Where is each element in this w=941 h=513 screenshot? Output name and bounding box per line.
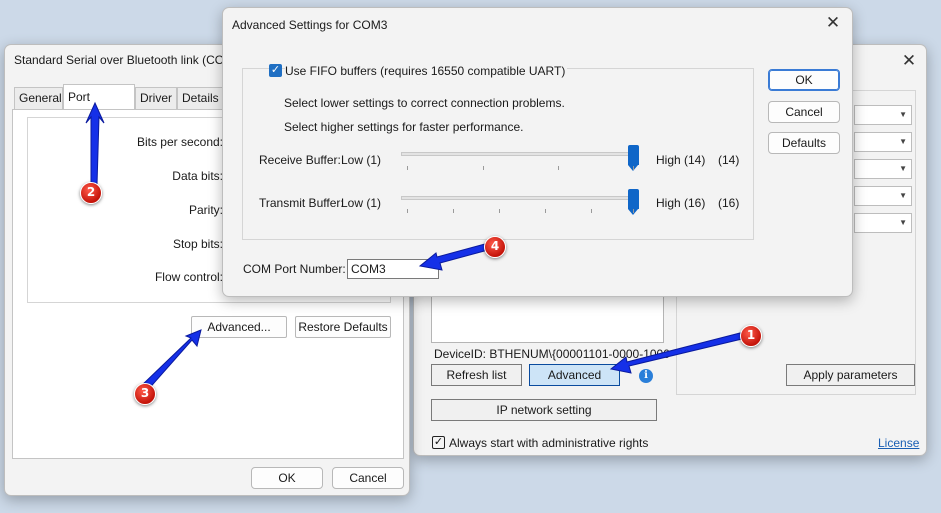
advanced-settings-dialog: Advanced Settings for COM3 ✕ ✓ Use FIFO … [222,7,853,297]
device-id-text: DeviceID: BTHENUM\{00001101-0000-1000-80… [434,347,671,361]
advanced-button[interactable]: Advanced [529,364,620,386]
com-port-input[interactable]: COM3 [347,259,439,279]
hint-higher-text: Select higher settings for faster perfor… [284,120,524,134]
cancel-button[interactable]: Cancel [768,101,840,123]
step-badge-2: 2 [80,182,102,204]
parity-label: Parity: [188,203,223,217]
tick [545,209,546,213]
hint-lower-text: Select lower settings to correct connect… [284,96,565,110]
tick [558,166,559,170]
transmit-buffer-track [401,196,637,200]
refresh-list-button[interactable]: Refresh list [431,364,522,386]
tick [633,209,634,213]
tick [591,209,592,213]
admin-rights-label: Always start with administrative rights [449,436,649,450]
info-icon[interactable]: i [639,369,653,383]
ip-network-setting-button[interactable]: IP network setting [431,399,657,421]
com-port-label: COM Port Number: [243,262,346,276]
step-badge-4: 4 [484,236,506,258]
ok-button[interactable]: OK [251,467,323,489]
tick [407,166,408,170]
advanced-settings-button[interactable]: Advanced... [191,316,287,338]
tick [483,166,484,170]
close-icon[interactable]: ✕ [896,49,922,73]
defaults-button[interactable]: Defaults [768,132,840,154]
close-icon[interactable]: ✕ [820,11,846,35]
fifo-checkbox[interactable]: ✓ [269,64,282,77]
receive-buffer-track [401,152,637,156]
apply-parameters-button[interactable]: Apply parameters [786,364,915,386]
receive-value: (14) [718,153,740,167]
transmit-high-label: High (16) [656,196,706,210]
tick [453,209,454,213]
tab-port-settings[interactable]: Port Settings [63,84,135,128]
window-title: Standard Serial over Bluetooth link (COM [14,53,235,67]
fifo-label: Use FIFO buffers (requires 16550 compati… [285,64,568,78]
tab-driver[interactable]: Driver [135,87,177,109]
tick [499,209,500,213]
license-link[interactable]: License [878,436,919,450]
flow-control-label: Flow control: [154,270,223,284]
tab-details[interactable]: Details [177,87,225,109]
ok-button[interactable]: OK [768,69,840,91]
title-bar: Advanced Settings for COM3 ✕ [223,8,852,40]
transmit-buffer-label: Transmit Buffer: [259,196,344,210]
step-badge-1: 1 [740,325,762,347]
restore-defaults-button[interactable]: Restore Defaults [295,316,391,338]
receive-high-label: High (14) [656,153,706,167]
device-list-box[interactable] [431,295,664,343]
transmit-value: (16) [718,196,740,210]
transmit-low-label: Low (1) [341,196,382,210]
data-bits-label: Data bits: [172,169,223,183]
receive-buffer-slider[interactable] [628,145,639,171]
stop-bits-label: Stop bits: [172,237,223,251]
tick [633,166,634,170]
step-badge-3: 3 [134,383,156,405]
window-title: Advanced Settings for COM3 [232,18,388,32]
admin-rights-checkbox[interactable]: ✓ [432,436,445,449]
transmit-buffer-slider[interactable] [628,189,639,215]
bits-per-second-label: Bits per second: [136,135,223,149]
tick [407,209,408,213]
cancel-button[interactable]: Cancel [332,467,404,489]
receive-buffer-label: Receive Buffer: [259,153,341,167]
receive-low-label: Low (1) [341,153,382,167]
tab-general[interactable]: General [14,87,63,109]
